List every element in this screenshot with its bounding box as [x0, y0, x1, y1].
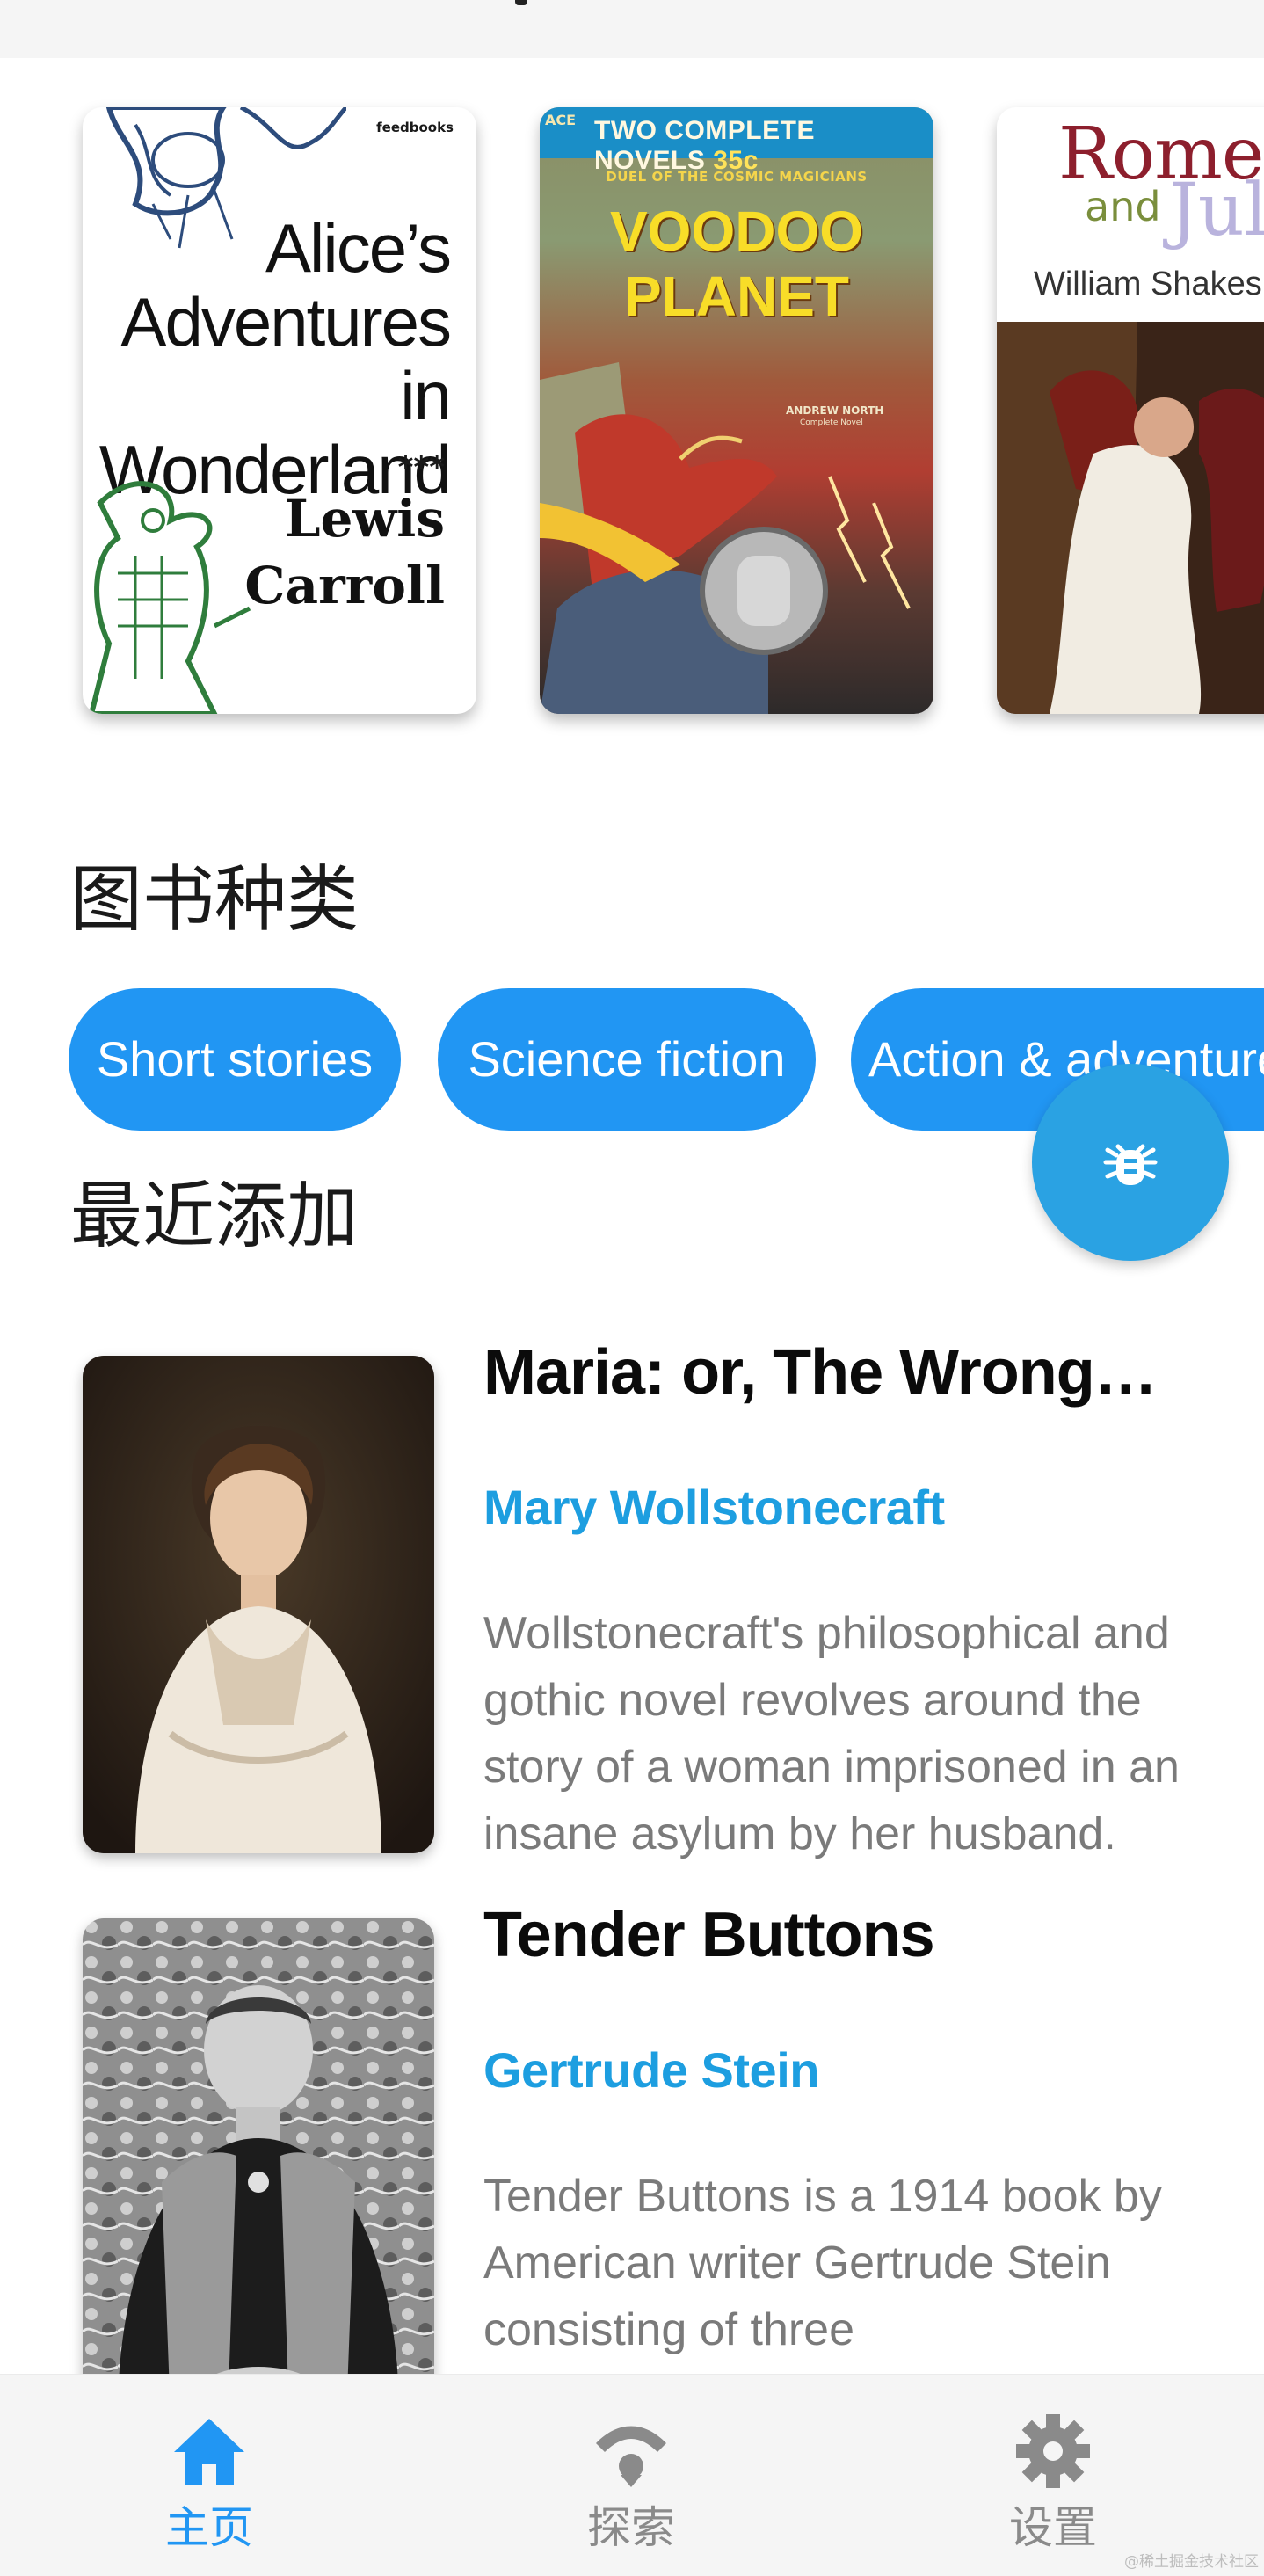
- cover-title-and: and: [1085, 183, 1161, 230]
- portrait-image: [83, 1918, 434, 2374]
- book-cover-alice[interactable]: feedbooks Alice’s Adventures in Wonderla…: [83, 107, 476, 714]
- cover-author-line: Carroll: [244, 556, 445, 615]
- book-thumbnail[interactable]: [83, 1356, 434, 1853]
- publisher-label: feedbooks: [376, 120, 454, 135]
- white-rabbit-illustration: [88, 481, 251, 714]
- list-item[interactable]: Maria: or, The Wrongs of Woman Mary Woll…: [0, 1336, 1264, 1864]
- voodoo-planet-illustration: [540, 362, 911, 714]
- nav-label-explore: 探索: [587, 2502, 675, 2553]
- cover-title: VOODOO PLANET: [540, 199, 933, 329]
- cover-title-line: Adventures in: [120, 283, 452, 434]
- wifi-icon: [596, 2426, 666, 2487]
- nav-label-home: 主页: [165, 2502, 253, 2553]
- bug-icon: [1103, 1144, 1158, 1185]
- watermark-text: @稀土掘金技术社区: [1124, 2553, 1259, 2571]
- cover-author: Lewis Carroll: [244, 485, 445, 619]
- cover-title-bottom: Juliet: [1169, 169, 1264, 252]
- portrait-image: [83, 1356, 434, 1853]
- cover-byline: ANDREW NORTH: [786, 404, 884, 417]
- cover-tagline: DUEL OF THE COSMIC MAGICIANS: [606, 169, 868, 185]
- list-item[interactable]: Tender Buttons Gertrude Stein Tender But…: [0, 1899, 1264, 2374]
- recent-books-list[interactable]: Maria: or, The Wrongs of Woman Mary Woll…: [0, 1336, 1264, 2374]
- book-title[interactable]: Tender Buttons: [483, 1899, 1187, 1971]
- genres-section-title: 图书种类: [70, 858, 360, 942]
- cover-band-label: TWO COMPLETE NOVELS: [594, 116, 815, 175]
- cover-author-line: Lewis: [284, 489, 445, 549]
- book-title[interactable]: Maria: or, The Wrongs of Woman: [483, 1336, 1187, 1408]
- top-app-bar: [0, 0, 1264, 58]
- genre-chip-science-fiction[interactable]: Science fiction: [438, 988, 816, 1131]
- cover-band-text: TWO COMPLETE NOVELS 35c: [594, 116, 933, 176]
- nav-label-settings: 设置: [1009, 2502, 1097, 2553]
- book-thumbnail[interactable]: [83, 1918, 434, 2374]
- bottom-navigation-bar: 主页 探索 设置: [0, 2374, 1264, 2576]
- featured-books-carousel[interactable]: feedbooks Alice’s Adventures in Wonderla…: [0, 58, 1264, 753]
- romeo-juliet-painting: [997, 322, 1264, 714]
- home-icon: [174, 2419, 244, 2485]
- book-author-link[interactable]: Mary Wollstonecraft: [483, 1479, 945, 1536]
- cover-series-label: ACE: [545, 112, 577, 128]
- debug-fab-button[interactable]: [1032, 1064, 1229, 1261]
- book-description: Tender Buttons is a 1914 book by America…: [483, 2171, 1162, 2355]
- cover-byline-sub: Complete Novel: [800, 418, 863, 427]
- nav-item-home[interactable]: 主页: [77, 2375, 341, 2576]
- nav-item-explore[interactable]: 探索: [499, 2375, 763, 2576]
- book-cover-romeo-and-juliet[interactable]: Romeo and Juliet William Shakespeare: [997, 107, 1264, 714]
- cover-author: William Shakespeare: [1034, 266, 1264, 302]
- cover-ornament: ***: [397, 450, 445, 485]
- recent-section-title: 最近添加: [70, 1175, 360, 1258]
- genre-chip-short-stories[interactable]: Short stories: [69, 988, 401, 1131]
- cover-title-line: Alice’s: [265, 209, 452, 287]
- gear-icon: [1016, 2414, 1090, 2488]
- app-bar-title-fragment: [515, 0, 527, 5]
- cover-title-line: VOODOO: [609, 200, 864, 263]
- book-description: Wollstonecraft's philosophical and gothi…: [483, 1608, 1180, 1859]
- nav-item-settings[interactable]: 设置: [921, 2375, 1185, 2576]
- book-cover-voodoo-planet[interactable]: ACE TWO COMPLETE NOVELS 35c DUEL OF THE …: [540, 107, 933, 714]
- book-author-link[interactable]: Gertrude Stein: [483, 2041, 819, 2099]
- cover-title-line: PLANET: [624, 265, 849, 328]
